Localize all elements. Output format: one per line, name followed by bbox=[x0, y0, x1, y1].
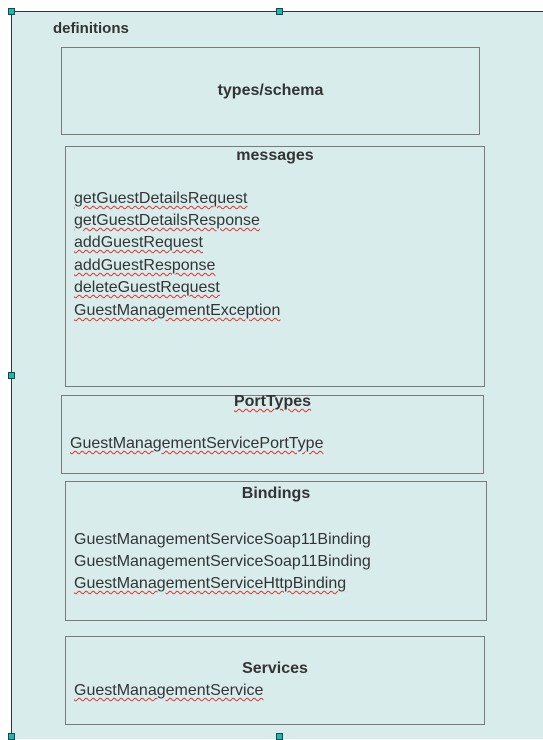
binding-item: GuestManagementServiceSoap11Binding bbox=[74, 531, 371, 548]
porttype-item: GuestManagementServicePortType bbox=[70, 435, 324, 452]
messages-box[interactable]: messages getGuestDetailsRequest getGuest… bbox=[65, 146, 485, 387]
porttypes-title: PortTypes bbox=[233, 393, 312, 410]
services-title: Services bbox=[242, 660, 308, 677]
message-item: deleteGuestRequest bbox=[74, 279, 220, 296]
message-item: getGuestDetailsRequest bbox=[74, 190, 248, 207]
resize-handle-top-center[interactable] bbox=[276, 8, 283, 15]
bindings-box[interactable]: Bindings GuestManagementServiceSoap11Bin… bbox=[65, 481, 487, 621]
resize-handle-middle-left[interactable] bbox=[8, 372, 15, 379]
services-box[interactable]: Services GuestManagementService bbox=[65, 636, 485, 725]
definitions-title: definitions bbox=[53, 20, 129, 37]
binding-item: GuestManagementServiceHttpBinding bbox=[74, 575, 347, 592]
binding-item: GuestManagementServiceSoap11Binding bbox=[74, 553, 371, 570]
types-schema-title: types/schema bbox=[217, 82, 324, 99]
bindings-title: Bindings bbox=[241, 485, 311, 502]
message-item: addGuestResponse bbox=[74, 257, 216, 274]
messages-title: messages bbox=[236, 147, 314, 164]
porttypes-box[interactable]: PortTypes GuestManagementServicePortType bbox=[61, 393, 484, 474]
resize-handle-top-left[interactable] bbox=[8, 8, 15, 15]
message-item: addGuestRequest bbox=[74, 234, 203, 251]
message-item: GuestManagementException bbox=[74, 302, 281, 319]
message-item: getGuestDetailsResponse bbox=[74, 212, 260, 229]
types-schema-box[interactable]: types/schema bbox=[61, 47, 480, 135]
service-item: GuestManagementService bbox=[74, 682, 264, 699]
